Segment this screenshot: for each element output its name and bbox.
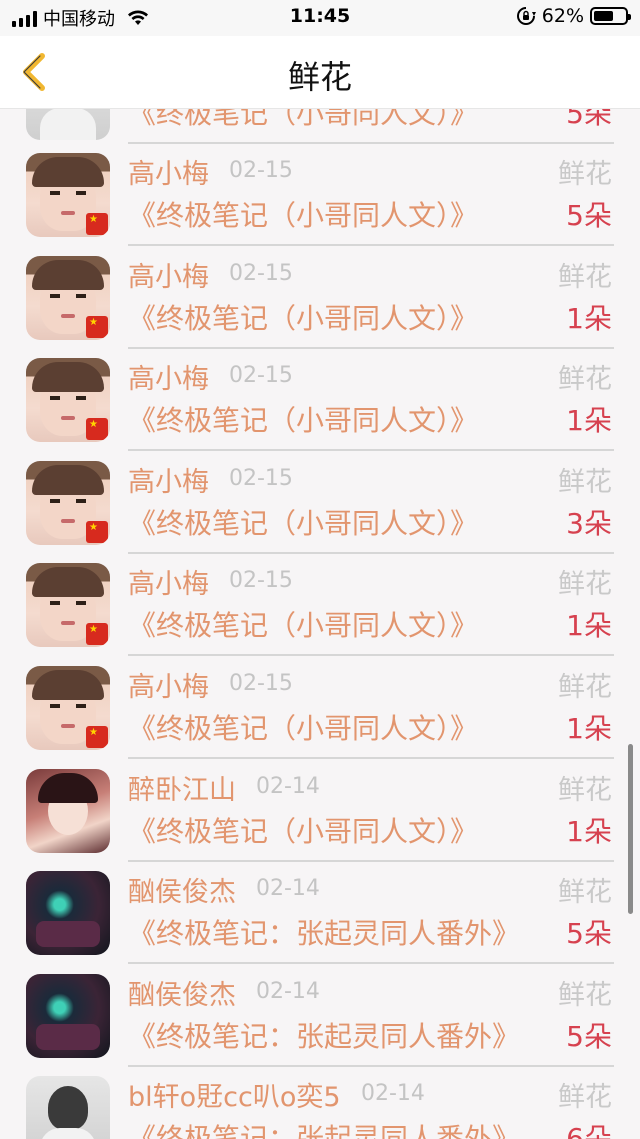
avatar[interactable] (26, 358, 110, 443)
status-bar: 中国移动 11:45 62% (0, 0, 640, 36)
battery-percent: 62% (541, 5, 584, 27)
user-name: bl轩o覎cc叭o奕5 (128, 1082, 341, 1114)
gift-type: 鲜花 (558, 1082, 612, 1114)
book-title: 《终极笔记（小哥同人文）》 (128, 108, 479, 130)
book-title: 《终极笔记（小哥同人文）》 (128, 609, 479, 643)
app-screen: 中国移动 11:45 62% 鲜花 《终极笔记（小哥同人文）》 5朵 ★ 高小梅… (0, 0, 640, 1139)
list-item[interactable]: 高小梅 02-15 鲜花《终极笔记（小哥同人文）》 1朵 (0, 554, 640, 657)
flower-count: 5朵 (566, 199, 612, 232)
rotation-lock-icon (516, 7, 536, 25)
avatar[interactable] (26, 973, 110, 1058)
gift-date: 02-14 (256, 876, 320, 902)
gift-type: 鲜花 (558, 877, 612, 909)
flag-icon (86, 623, 108, 646)
avatar[interactable] (26, 563, 110, 648)
list-item[interactable]: 高小梅 02-15 鲜花《终极笔记（小哥同人文）》 1朵 (0, 349, 640, 452)
avatar[interactable] (26, 768, 110, 853)
flag-icon (86, 213, 108, 235)
book-title: 《终极笔记：张起灵同人番外》 (128, 1122, 521, 1139)
avatar[interactable] (26, 255, 110, 340)
flag-icon (86, 726, 108, 748)
list-item[interactable]: 醉卧江山 02-14 鲜花《终极笔记（小哥同人文）》 1朵 (0, 760, 640, 862)
list-item[interactable]: 《终极笔记（小哥同人文）》 5朵 (0, 108, 640, 144)
gift-date: 02-15 (229, 465, 293, 491)
gift-date: 02-14 (256, 978, 320, 1004)
flower-count: 5朵 (566, 1019, 612, 1053)
avatar[interactable] (26, 1076, 110, 1139)
gift-date: 02-15 (229, 363, 293, 389)
book-title: 《终极笔记（小哥同人文）》 (128, 404, 479, 438)
gift-type: 鲜花 (558, 979, 612, 1011)
flower-count: 1朵 (566, 712, 612, 745)
gift-type: 鲜花 (558, 774, 612, 806)
gift-date: 02-14 (361, 1081, 425, 1107)
book-title: 《终极笔记：张起灵同人番外》 (128, 917, 521, 951)
book-title: 《终极笔记（小哥同人文）》 (128, 506, 479, 540)
avatar (26, 108, 110, 140)
gift-type: 鲜花 (558, 672, 612, 703)
flower-count: 6朵 (566, 1122, 612, 1139)
user-name: 高小梅 (128, 569, 209, 601)
gift-type: 鲜花 (558, 159, 612, 190)
flower-count: 5朵 (566, 108, 612, 130)
avatar[interactable] (26, 153, 110, 237)
book-title: 《终极笔记（小哥同人文）》 (128, 301, 479, 335)
gift-date: 02-15 (229, 568, 293, 594)
avatar[interactable] (26, 871, 110, 956)
book-title: 《终极笔记（小哥同人文）》 (128, 199, 479, 232)
page-title: 鲜花 (287, 58, 352, 96)
scrollbar[interactable] (628, 744, 633, 914)
flower-count: 3朵 (566, 506, 612, 540)
book-title: 《终极笔记（小哥同人文）》 (128, 712, 479, 745)
user-name: 高小梅 (128, 364, 209, 396)
gift-type: 鲜花 (558, 261, 612, 293)
gift-date: 02-15 (229, 158, 293, 183)
avatar[interactable] (26, 666, 110, 750)
user-name: 酗侯俊杰 (128, 979, 236, 1011)
book-title: 《终极笔记：张起灵同人番外》 (128, 1019, 521, 1053)
list-item[interactable]: 酗侯俊杰 02-14 鲜花《终极笔记：张起灵同人番外》 5朵 (0, 965, 640, 1067)
nav-bar: 鲜花 (0, 36, 640, 109)
battery-icon (590, 7, 631, 25)
book-title: 《终极笔记（小哥同人文）》 (128, 814, 479, 848)
gift-date: 02-15 (229, 671, 293, 696)
list-item[interactable]: 高小梅 02-15 鲜花《终极笔记（小哥同人文）》 3朵 (0, 452, 640, 554)
flag-icon (86, 315, 108, 338)
flag-icon (86, 418, 108, 441)
flower-count: 1朵 (566, 814, 612, 848)
flower-count: 1朵 (566, 301, 612, 335)
list-item[interactable]: 高小梅 02-15 鲜花《终极笔记（小哥同人文）》 1朵 (0, 657, 640, 759)
list-item[interactable]: 高小梅 02-15 鲜花《终极笔记（小哥同人文）》 5朵 (0, 144, 640, 246)
flower-count: 1朵 (566, 609, 612, 643)
gift-date: 02-14 (256, 773, 320, 799)
status-right: 62% (516, 5, 631, 27)
avatar[interactable] (26, 460, 110, 545)
user-name: 高小梅 (128, 159, 209, 190)
flower-count: 1朵 (566, 404, 612, 438)
flower-record-list[interactable]: 《终极笔记（小哥同人文）》 5朵 高小梅02-15鲜花《终极笔记（小哥同人文）》… (0, 108, 640, 1139)
flag-icon (86, 520, 108, 543)
flower-count: 5朵 (566, 917, 612, 951)
battery-tip (628, 14, 631, 20)
list-item[interactable]: 酗侯俊杰 02-14 鲜花《终极笔记：张起灵同人番外》 5朵 (0, 862, 640, 965)
gift-type: 鲜花 (558, 364, 612, 396)
user-name: 高小梅 (128, 672, 209, 703)
list-item[interactable]: bl轩o覎cc叭o奕5 02-14 鲜花《终极笔记：张起灵同人番外》 6朵 (0, 1067, 640, 1139)
user-name: 酗侯俊杰 (128, 877, 236, 909)
gift-type: 鲜花 (558, 466, 612, 498)
user-name: 高小梅 (128, 261, 209, 293)
user-name: 高小梅 (128, 466, 209, 498)
gift-type: 鲜花 (558, 569, 612, 601)
gift-date: 02-15 (229, 260, 293, 286)
user-name: 醉卧江山 (128, 774, 236, 806)
list-item[interactable]: 高小梅 02-15 鲜花《终极笔记（小哥同人文）》 1朵 (0, 247, 640, 349)
battery-level (594, 11, 613, 21)
